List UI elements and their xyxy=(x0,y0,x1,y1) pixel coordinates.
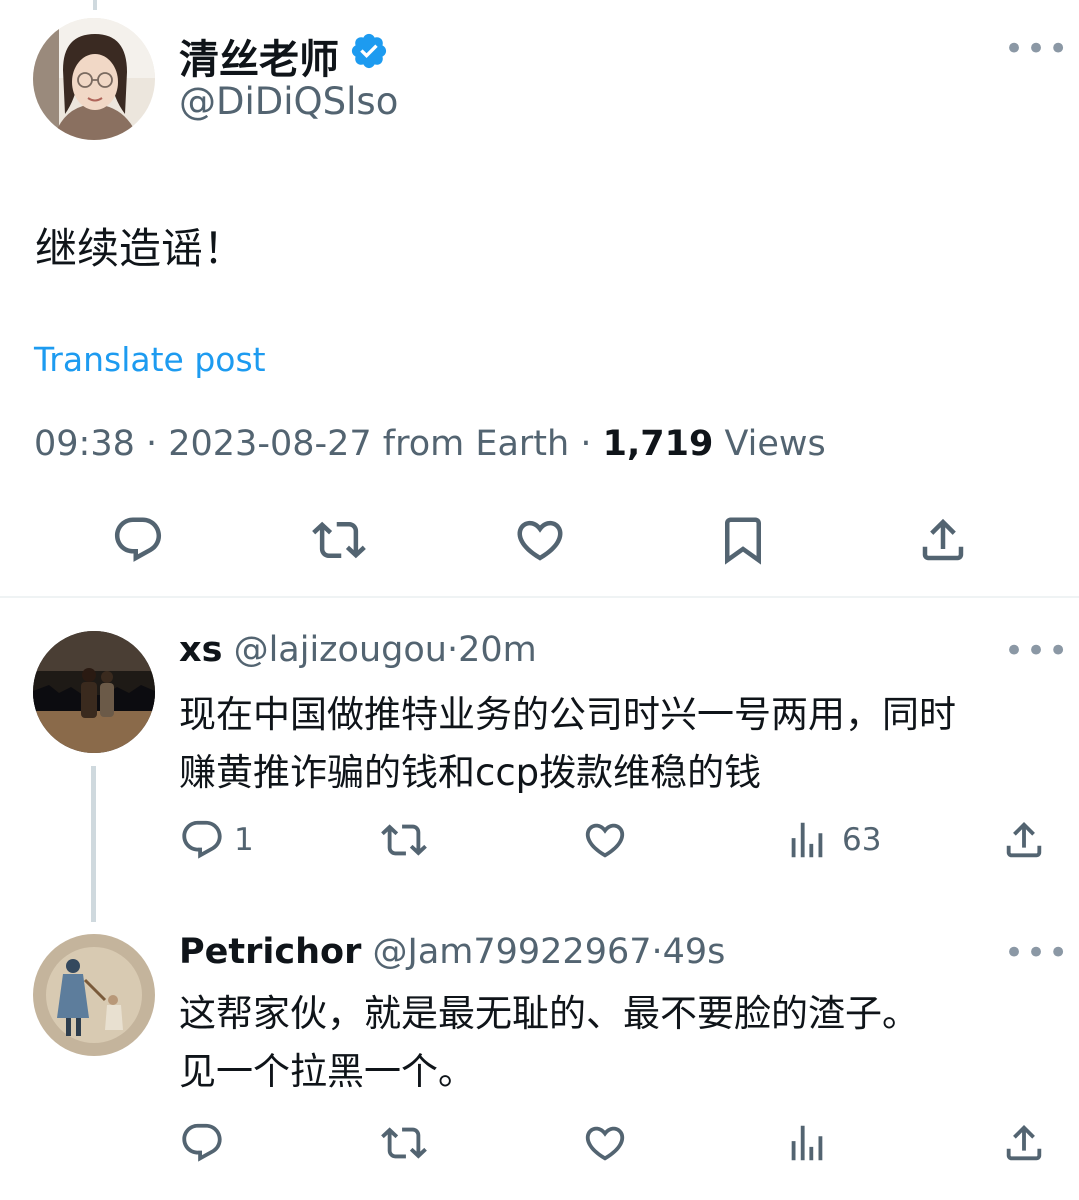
reply-icon[interactable] xyxy=(179,817,225,863)
views-icon[interactable] xyxy=(784,1120,830,1166)
author-avatar[interactable] xyxy=(33,18,155,140)
bookmark-icon[interactable] xyxy=(716,513,770,567)
post-text: 继续造谣！ xyxy=(35,224,246,273)
repost-icon[interactable] xyxy=(311,513,367,567)
reply-icon[interactable] xyxy=(179,1120,225,1166)
author-name[interactable]: 清丝老师 xyxy=(179,27,339,85)
repost-icon[interactable] xyxy=(380,817,428,863)
reply-header: Petrichor @Jam79922967·49s xyxy=(179,932,725,972)
views-icon[interactable] xyxy=(784,817,830,863)
reply-handle[interactable]: @Jam79922967 xyxy=(373,932,652,972)
reply-author-name[interactable]: xs xyxy=(179,630,222,670)
verified-badge-icon xyxy=(349,31,389,71)
share-icon[interactable] xyxy=(1001,817,1047,863)
reply-time[interactable]: ·49s xyxy=(652,932,726,972)
reply-text-line: 见一个拉黑一个。 xyxy=(179,1050,475,1093)
share-icon[interactable] xyxy=(916,513,970,567)
reply-handle[interactable]: @lajizougou xyxy=(234,630,447,670)
reply-time[interactable]: ·20m xyxy=(447,630,537,670)
divider xyxy=(0,596,1079,598)
views-label: Views xyxy=(724,424,826,464)
translate-post-link[interactable]: Translate post xyxy=(34,340,266,379)
metadata-separator: · xyxy=(569,424,603,464)
share-icon[interactable] xyxy=(1001,1120,1047,1166)
reply-text-line: 赚黄推诈骗的钱和ccp拨款维稳的钱 xyxy=(179,751,762,794)
more-options-icon[interactable]: ••• xyxy=(1004,32,1070,66)
post-timestamp[interactable]: 09:38 · 2023-08-27 from Earth xyxy=(34,424,569,464)
reply-avatar[interactable] xyxy=(33,934,155,1056)
reply-count: 1 xyxy=(234,822,254,858)
reply-text-line: 这帮家伙，就是最无耻的、最不要脸的渣子。 xyxy=(179,992,919,1035)
reply-header: xs @lajizougou·20m xyxy=(179,630,537,670)
more-options-icon[interactable]: ••• xyxy=(1004,634,1070,668)
reply-author-name[interactable]: Petrichor xyxy=(179,932,361,972)
like-icon[interactable] xyxy=(513,513,567,567)
repost-icon[interactable] xyxy=(380,1120,428,1166)
post-metadata: 09:38 · 2023-08-27 from Earth · 1,719 Vi… xyxy=(34,424,826,464)
thread-connector-top xyxy=(93,0,97,10)
more-options-icon[interactable]: ••• xyxy=(1004,936,1070,970)
like-icon[interactable] xyxy=(582,1120,628,1166)
reply-avatar[interactable] xyxy=(33,631,155,753)
reply-text-line: 现在中国做推特业务的公司时兴一号两用，同时 xyxy=(179,693,956,736)
views-count: 1,719 xyxy=(602,424,714,464)
like-icon[interactable] xyxy=(582,817,628,863)
thread-line xyxy=(91,766,96,922)
reply-text: 这帮家伙，就是最无耻的、最不要脸的渣子。 见一个拉黑一个。 xyxy=(179,985,919,1101)
reply-icon[interactable] xyxy=(111,513,165,567)
author-handle[interactable]: @DiDiQSlso xyxy=(179,80,398,123)
views-count: 63 xyxy=(842,822,882,858)
reply-text: 现在中国做推特业务的公司时兴一号两用，同时 赚黄推诈骗的钱和ccp拨款维稳的钱 xyxy=(179,686,956,802)
